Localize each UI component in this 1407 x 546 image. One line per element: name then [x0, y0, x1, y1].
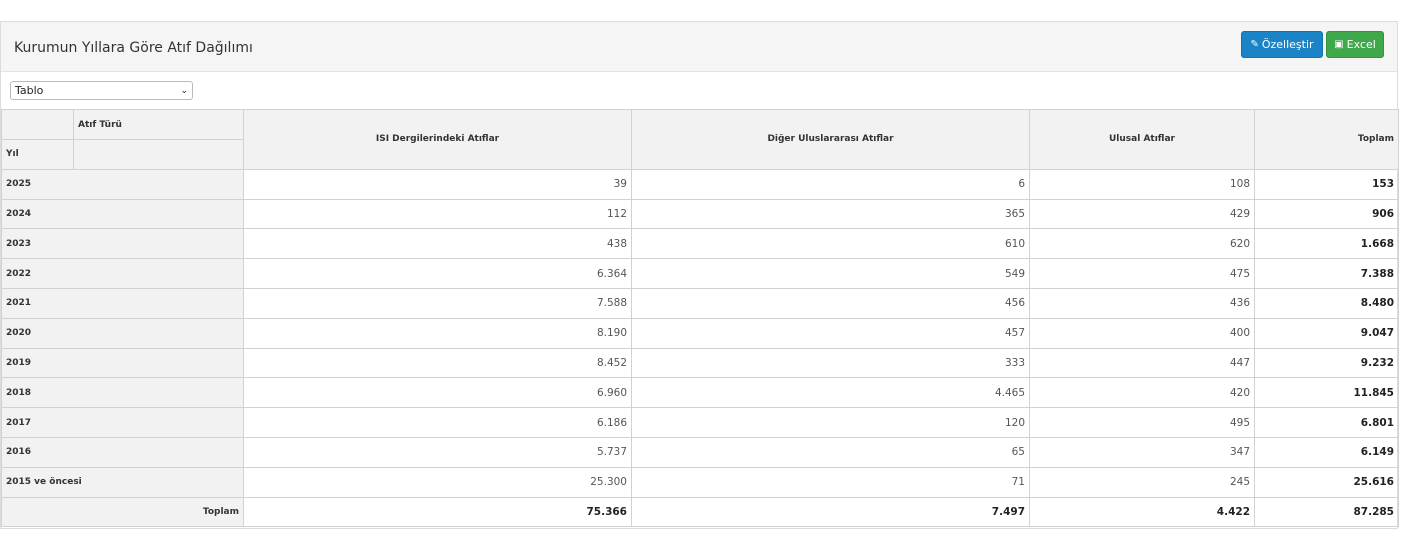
cell-isi: 6.186	[243, 407, 632, 438]
cell-total: 7.388	[1254, 258, 1399, 289]
chevron-down-icon: ⌄	[180, 85, 188, 96]
customize-button-label: Özelleştir	[1261, 38, 1314, 51]
table-row: 2021 7.588 456 436 8.480	[1, 287, 1399, 319]
view-type-selected: Tablo	[15, 84, 44, 97]
cell-national: 620	[1029, 228, 1255, 260]
excel-button-label: Excel	[1346, 38, 1376, 51]
cell-isi: 8.452	[243, 347, 632, 379]
row-year: 2020	[1, 317, 244, 349]
col-header-national[interactable]: Ulusal Atıflar	[1029, 109, 1255, 170]
cell-intl: 365	[631, 198, 1030, 230]
cell-total: 8.480	[1254, 287, 1399, 319]
cell-isi: 25.300	[243, 466, 632, 498]
footer-intl: 7.497	[631, 496, 1030, 528]
footer-total: 87.285	[1254, 496, 1399, 528]
cell-total: 9.232	[1254, 347, 1399, 379]
col-header-isi[interactable]: ISI Dergilerindeki Atıflar	[243, 109, 632, 170]
row-year: 2023	[1, 228, 244, 260]
cell-intl: 610	[631, 228, 1030, 260]
table-row: 2022 6.364 549 475 7.388	[1, 258, 1399, 289]
cell-intl: 71	[631, 466, 1030, 498]
cell-intl: 333	[631, 347, 1030, 379]
row-year: 2024	[1, 198, 244, 230]
cell-total: 9.047	[1254, 317, 1399, 349]
table-row: 2017 6.186 120 495 6.801	[1, 407, 1399, 438]
row-year: 2025	[1, 168, 244, 200]
footer-national: 4.422	[1029, 496, 1255, 528]
cell-intl: 120	[631, 407, 1030, 438]
cell-national: 420	[1029, 377, 1255, 409]
panel-title: Kurumun Yıllara Göre Atıf Dağılımı	[14, 40, 253, 56]
view-toolbar: Tablo ⌄	[1, 72, 1397, 109]
cell-total: 153	[1254, 168, 1399, 200]
row-year: 2021	[1, 287, 244, 319]
cell-national: 447	[1029, 347, 1255, 379]
row-year: 2019	[1, 347, 244, 379]
cell-national: 400	[1029, 317, 1255, 349]
table-row: 2018 6.960 4.465 420 11.845	[1, 377, 1399, 409]
row-year: 2016	[1, 436, 244, 468]
table-row: 2019 8.452 333 447 9.232	[1, 347, 1399, 379]
edit-icon: ✎	[1250, 39, 1259, 50]
cell-total: 6.149	[1254, 436, 1399, 468]
col-header-intl[interactable]: Diğer Uluslararası Atıflar	[631, 109, 1030, 170]
view-type-select[interactable]: Tablo ⌄	[10, 81, 193, 100]
cell-national: 436	[1029, 287, 1255, 319]
corner-empty-cell	[73, 139, 244, 170]
cell-national: 245	[1029, 466, 1255, 498]
cell-isi: 438	[243, 228, 632, 260]
cell-total: 25.616	[1254, 466, 1399, 498]
table-row: 2025 39 6 108 153	[1, 168, 1399, 200]
cell-total: 11.845	[1254, 377, 1399, 409]
cell-isi: 7.588	[243, 287, 632, 319]
cell-isi: 5.737	[243, 436, 632, 468]
cell-isi: 8.190	[243, 317, 632, 349]
excel-file-icon: ▣	[1334, 39, 1344, 50]
row-year: 2017	[1, 407, 244, 438]
cell-intl: 65	[631, 436, 1030, 468]
cell-total: 6.801	[1254, 407, 1399, 438]
cell-intl: 549	[631, 258, 1030, 289]
row-year: 2015 ve öncesi	[1, 466, 244, 498]
cell-isi: 6.960	[243, 377, 632, 409]
corner-empty-cell	[1, 109, 74, 140]
cell-intl: 4.465	[631, 377, 1030, 409]
cell-total: 906	[1254, 198, 1399, 230]
cell-isi: 112	[243, 198, 632, 230]
cell-national: 108	[1029, 168, 1255, 200]
citation-panel: Kurumun Yıllara Göre Atıf Dağılımı ✎ Öze…	[0, 21, 1399, 529]
cell-intl: 456	[631, 287, 1030, 319]
table-row: 2015 ve öncesi 25.300 71 245 25.616	[1, 466, 1399, 498]
row-year: 2018	[1, 377, 244, 409]
footer-isi: 75.366	[243, 496, 632, 528]
col-header-total[interactable]: Toplam	[1254, 109, 1399, 170]
cell-national: 429	[1029, 198, 1255, 230]
citation-table: Atıf Türü ISI Dergilerindeki Atıflar Diğ…	[1, 109, 1399, 528]
customize-button[interactable]: ✎ Özelleştir	[1241, 31, 1323, 58]
table-row: 2023 438 610 620 1.668	[1, 228, 1399, 260]
cell-total: 1.668	[1254, 228, 1399, 260]
cell-national: 495	[1029, 407, 1255, 438]
cell-isi: 39	[243, 168, 632, 200]
cell-national: 347	[1029, 436, 1255, 468]
cell-isi: 6.364	[243, 258, 632, 289]
cell-intl: 6	[631, 168, 1030, 200]
row-year: 2022	[1, 258, 244, 289]
table-row: 2020 8.190 457 400 9.047	[1, 317, 1399, 349]
panel-header: Kurumun Yıllara Göre Atıf Dağılımı ✎ Öze…	[1, 22, 1397, 72]
cell-national: 475	[1029, 258, 1255, 289]
cell-intl: 457	[631, 317, 1030, 349]
table-row: 2016 5.737 65 347 6.149	[1, 436, 1399, 468]
corner-row-label: Yıl	[1, 139, 74, 170]
corner-col-label: Atıf Türü	[73, 109, 244, 140]
footer-label: Toplam	[1, 496, 244, 528]
table-footer-row: Toplam 75.366 7.497 4.422 87.285	[1, 496, 1399, 528]
excel-button[interactable]: ▣ Excel	[1326, 31, 1384, 58]
table-row: 2024 112 365 429 906	[1, 198, 1399, 230]
